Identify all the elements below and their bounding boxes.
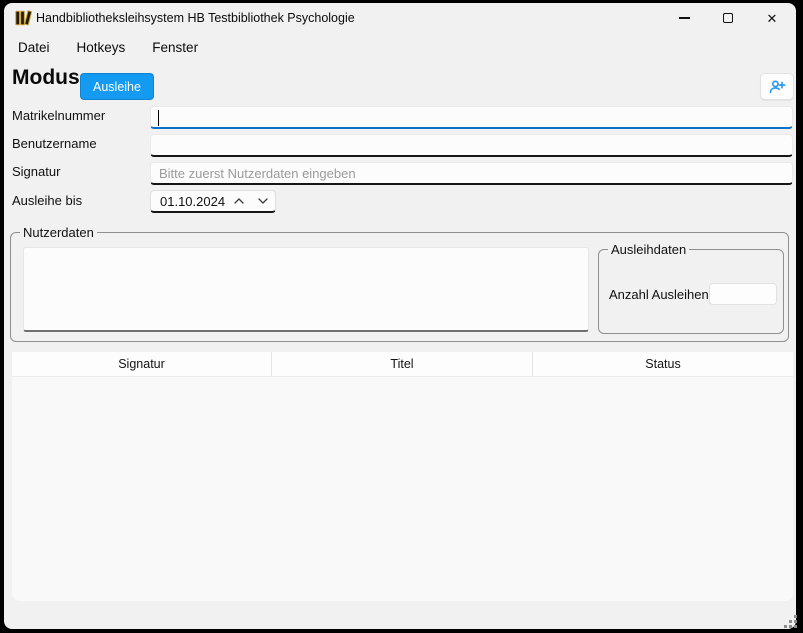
benutzername-label: Benutzername (12, 136, 97, 151)
window-title: Handbibliotheksleihsystem HB Testbibliot… (36, 11, 355, 25)
window-controls: ✕ (662, 3, 794, 33)
minimize-button[interactable] (662, 3, 706, 33)
column-header-status[interactable]: Status (533, 352, 793, 376)
minimize-icon (679, 17, 690, 18)
nutzerdaten-legend: Nutzerdaten (20, 225, 97, 240)
close-icon: ✕ (767, 12, 778, 25)
text-cursor (158, 110, 159, 126)
matrikelnummer-label: Matrikelnummer (12, 108, 105, 123)
app-icon (14, 9, 32, 27)
app-window: Handbibliotheksleihsystem HB Testbibliot… (4, 3, 796, 629)
matrikelnummer-input[interactable] (150, 106, 793, 129)
signatur-input[interactable] (150, 162, 793, 185)
nutzerdaten-groupbox: Nutzerdaten Ausleihdaten Anzahl Ausleihe… (10, 232, 789, 342)
ausleihe-bis-value: 01.10.2024 (151, 194, 227, 209)
date-increment-button[interactable] (227, 191, 251, 212)
date-decrement-button[interactable] (251, 191, 275, 212)
screen-background: { "colors": { "accent": "#149af0", "focu… (0, 0, 803, 633)
anzahl-ausleihen-field[interactable] (709, 283, 777, 305)
benutzername-input[interactable] (150, 134, 793, 157)
add-user-button[interactable] (760, 73, 794, 100)
ausleihdaten-groupbox: Ausleihdaten Anzahl Ausleihen (598, 249, 784, 334)
anzahl-ausleihen-label: Anzahl Ausleihen (609, 287, 709, 302)
user-data-textarea[interactable] (23, 247, 589, 332)
mode-heading: Modus (12, 66, 80, 90)
signatur-label: Signatur (12, 164, 60, 179)
column-header-signatur[interactable]: Signatur (12, 352, 272, 376)
column-header-titel[interactable]: Titel (272, 352, 533, 376)
ausleihdaten-legend: Ausleihdaten (608, 242, 689, 257)
person-add-icon (768, 78, 786, 96)
menu-item-hotkeys[interactable]: Hotkeys (77, 40, 126, 55)
close-button[interactable]: ✕ (750, 3, 794, 33)
chevron-down-icon (257, 196, 269, 206)
maximize-icon (723, 13, 733, 23)
results-table-body (12, 377, 793, 601)
ausleihe-bis-label: Ausleihe bis (12, 193, 82, 208)
maximize-button[interactable] (706, 3, 750, 33)
title-bar[interactable]: Handbibliotheksleihsystem HB Testbibliot… (4, 3, 796, 33)
menu-bar: Datei Hotkeys Fenster (4, 33, 796, 61)
table-header: Signatur Titel Status (12, 352, 793, 377)
menu-item-fenster[interactable]: Fenster (152, 40, 198, 55)
menu-item-datei[interactable]: Datei (18, 40, 50, 55)
mode-ausleihe-button[interactable]: Ausleihe (80, 73, 154, 100)
chevron-up-icon (233, 196, 245, 206)
resize-grip[interactable] (783, 614, 799, 629)
ausleihe-bis-date-picker[interactable]: 01.10.2024 (150, 190, 276, 213)
